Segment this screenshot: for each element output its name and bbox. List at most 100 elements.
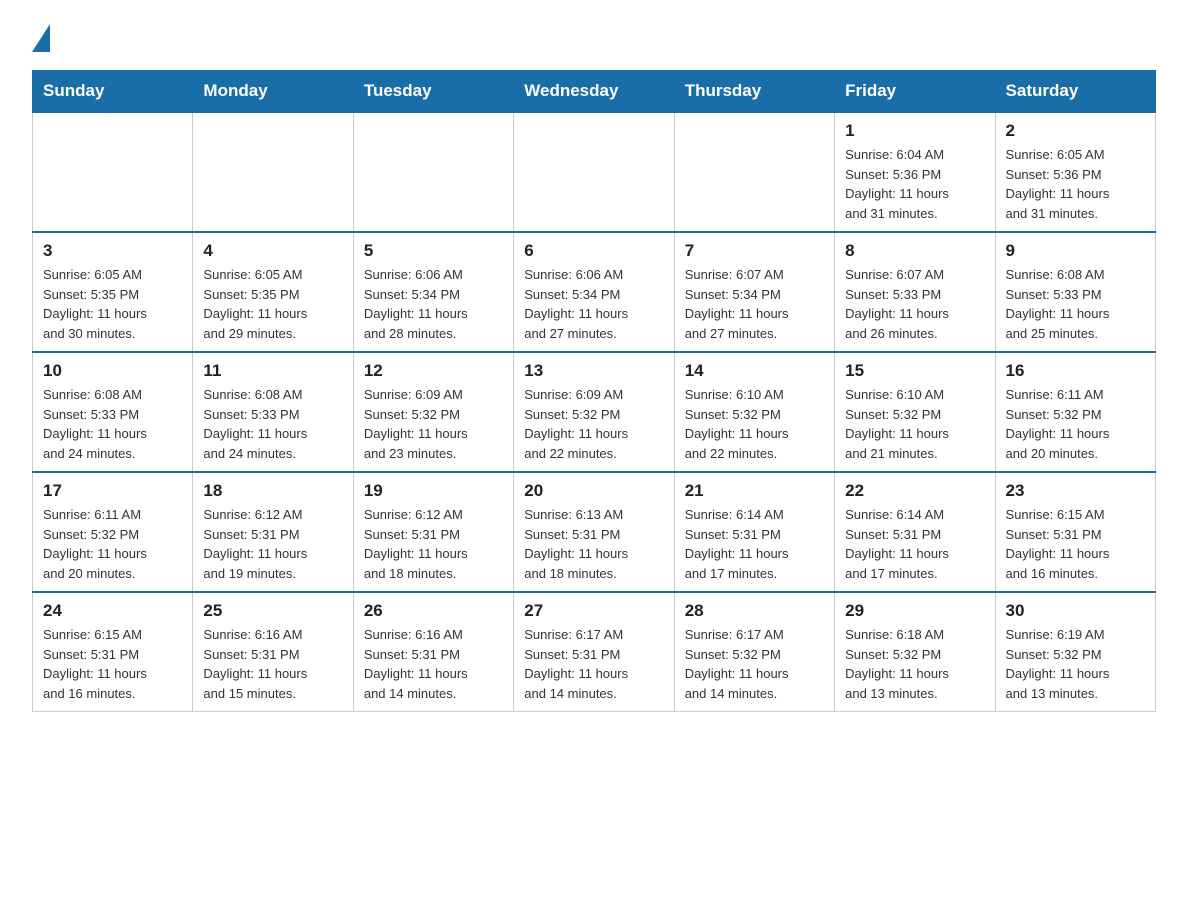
day-info: Sunrise: 6:07 AMSunset: 5:33 PMDaylight:… [845, 265, 984, 343]
day-number: 25 [203, 601, 342, 621]
day-info: Sunrise: 6:16 AMSunset: 5:31 PMDaylight:… [203, 625, 342, 703]
calendar-cell: 27 Sunrise: 6:17 AMSunset: 5:31 PMDayligh… [514, 592, 674, 712]
day-number: 11 [203, 361, 342, 381]
day-info: Sunrise: 6:08 AMSunset: 5:33 PMDaylight:… [1006, 265, 1145, 343]
calendar-week-row: 17Sunrise: 6:11 AMSunset: 5:32 PMDayligh… [33, 472, 1156, 592]
day-info: Sunrise: 6:19 AMSunset: 5:32 PMDaylight:… [1006, 625, 1145, 703]
calendar-table: SundayMondayTuesdayWednesdayThursdayFrid… [32, 70, 1156, 712]
day-number: 6 [524, 241, 663, 261]
calendar-cell: 21 Sunrise: 6:14 AMSunset: 5:31 PMDayligh… [674, 472, 834, 592]
calendar-week-row: 1 Sunrise: 6:04 AMSunset: 5:36 PMDaylight… [33, 112, 1156, 232]
day-number: 30 [1006, 601, 1145, 621]
day-info: Sunrise: 6:16 AMSunset: 5:31 PMDaylight:… [364, 625, 503, 703]
weekday-header-thursday: Thursday [674, 71, 834, 113]
calendar-cell: 22 Sunrise: 6:14 AMSunset: 5:31 PMDayligh… [835, 472, 995, 592]
day-info: Sunrise: 6:14 AMSunset: 5:31 PMDaylight:… [685, 505, 824, 583]
day-number: 22 [845, 481, 984, 501]
day-number: 15 [845, 361, 984, 381]
day-number: 7 [685, 241, 824, 261]
calendar-cell: 3Sunrise: 6:05 AMSunset: 5:35 PMDaylight… [33, 232, 193, 352]
calendar-cell: 28 Sunrise: 6:17 AMSunset: 5:32 PMDayligh… [674, 592, 834, 712]
day-number: 20 [524, 481, 663, 501]
day-number: 3 [43, 241, 182, 261]
day-info: Sunrise: 6:05 AMSunset: 5:35 PMDaylight:… [203, 265, 342, 343]
day-info: Sunrise: 6:11 AMSunset: 5:32 PMDaylight:… [1006, 385, 1145, 463]
day-number: 12 [364, 361, 503, 381]
calendar-cell: 26Sunrise: 6:16 AMSunset: 5:31 PMDayligh… [353, 592, 513, 712]
calendar-week-row: 3 Sunrise: 6:05 AMSunset: 5:35 PMDaylight… [33, 232, 1156, 352]
day-info: Sunrise: 6:17 AMSunset: 5:31 PMDaylight:… [524, 625, 663, 703]
day-number: 27 [524, 601, 663, 621]
weekday-header-wednesday: Wednesday [514, 71, 674, 113]
calendar-cell: 14 Sunrise: 6:10 AMSunset: 5:32 PMDayligh… [674, 352, 834, 472]
day-info: Sunrise: 6:05 AMSunset: 5:36 PMDaylight:… [1006, 145, 1145, 223]
page-header [32, 24, 1156, 52]
calendar-cell: 1 Sunrise: 6:04 AMSunset: 5:36 PMDaylight… [835, 112, 995, 232]
calendar-cell: 9 Sunrise: 6:08 AMSunset: 5:33 PMDaylight… [995, 232, 1155, 352]
weekday-header-friday: Friday [835, 71, 995, 113]
day-number: 19 [364, 481, 503, 501]
day-info: Sunrise: 6:09 AMSunset: 5:32 PMDaylight:… [524, 385, 663, 463]
calendar-cell: 4 Sunrise: 6:05 AMSunset: 5:35 PMDaylight… [193, 232, 353, 352]
day-number: 23 [1006, 481, 1145, 501]
day-number: 4 [203, 241, 342, 261]
day-number: 17 [43, 481, 182, 501]
weekday-header-sunday: Sunday [33, 71, 193, 113]
calendar-cell: 30 Sunrise: 6:19 AMSunset: 5:32 PMDayligh… [995, 592, 1155, 712]
calendar-cell: 7 Sunrise: 6:07 AMSunset: 5:34 PMDaylight… [674, 232, 834, 352]
day-info: Sunrise: 6:09 AMSunset: 5:32 PMDaylight:… [364, 385, 503, 463]
day-info: Sunrise: 6:15 AMSunset: 5:31 PMDaylight:… [1006, 505, 1145, 583]
calendar-cell: 17Sunrise: 6:11 AMSunset: 5:32 PMDayligh… [33, 472, 193, 592]
day-info: Sunrise: 6:14 AMSunset: 5:31 PMDaylight:… [845, 505, 984, 583]
calendar-cell: 16Sunrise: 6:11 AMSunset: 5:32 PMDayligh… [995, 352, 1155, 472]
calendar-cell [353, 112, 513, 232]
day-number: 18 [203, 481, 342, 501]
calendar-cell [33, 112, 193, 232]
calendar-cell: 29Sunrise: 6:18 AMSunset: 5:32 PMDayligh… [835, 592, 995, 712]
day-info: Sunrise: 6:10 AMSunset: 5:32 PMDaylight:… [845, 385, 984, 463]
day-info: Sunrise: 6:13 AMSunset: 5:31 PMDaylight:… [524, 505, 663, 583]
day-info: Sunrise: 6:07 AMSunset: 5:34 PMDaylight:… [685, 265, 824, 343]
day-number: 5 [364, 241, 503, 261]
calendar-week-row: 10 Sunrise: 6:08 AMSunset: 5:33 PMDayligh… [33, 352, 1156, 472]
calendar-cell: 12 Sunrise: 6:09 AMSunset: 5:32 PMDayligh… [353, 352, 513, 472]
calendar-cell: 6 Sunrise: 6:06 AMSunset: 5:34 PMDaylight… [514, 232, 674, 352]
calendar-cell: 19 Sunrise: 6:12 AMSunset: 5:31 PMDayligh… [353, 472, 513, 592]
calendar-cell: 23 Sunrise: 6:15 AMSunset: 5:31 PMDayligh… [995, 472, 1155, 592]
weekday-header-row: SundayMondayTuesdayWednesdayThursdayFrid… [33, 71, 1156, 113]
day-number: 10 [43, 361, 182, 381]
day-number: 1 [845, 121, 984, 141]
day-number: 29 [845, 601, 984, 621]
day-number: 28 [685, 601, 824, 621]
day-info: Sunrise: 6:12 AMSunset: 5:31 PMDaylight:… [364, 505, 503, 583]
day-number: 14 [685, 361, 824, 381]
calendar-header: SundayMondayTuesdayWednesdayThursdayFrid… [33, 71, 1156, 113]
day-number: 8 [845, 241, 984, 261]
day-number: 24 [43, 601, 182, 621]
weekday-header-tuesday: Tuesday [353, 71, 513, 113]
weekday-header-monday: Monday [193, 71, 353, 113]
calendar-body: 1 Sunrise: 6:04 AMSunset: 5:36 PMDaylight… [33, 112, 1156, 712]
calendar-week-row: 24 Sunrise: 6:15 AMSunset: 5:31 PMDayligh… [33, 592, 1156, 712]
calendar-cell: 10Sunrise: 6:08 AMSunset: 5:33 PMDayligh… [33, 352, 193, 472]
logo [32, 24, 50, 52]
day-number: 13 [524, 361, 663, 381]
day-info: Sunrise: 6:06 AMSunset: 5:34 PMDaylight:… [524, 265, 663, 343]
calendar-cell: 5Sunrise: 6:06 AMSunset: 5:34 PMDaylight… [353, 232, 513, 352]
day-number: 21 [685, 481, 824, 501]
calendar-cell: 8 Sunrise: 6:07 AMSunset: 5:33 PMDaylight… [835, 232, 995, 352]
calendar-cell: 20 Sunrise: 6:13 AMSunset: 5:31 PMDayligh… [514, 472, 674, 592]
calendar-cell: 2Sunrise: 6:05 AMSunset: 5:36 PMDaylight… [995, 112, 1155, 232]
day-info: Sunrise: 6:08 AMSunset: 5:33 PMDaylight:… [203, 385, 342, 463]
day-info: Sunrise: 6:04 AMSunset: 5:36 PMDaylight:… [845, 145, 984, 223]
calendar-cell: 25 Sunrise: 6:16 AMSunset: 5:31 PMDayligh… [193, 592, 353, 712]
calendar-cell: 11 Sunrise: 6:08 AMSunset: 5:33 PMDayligh… [193, 352, 353, 472]
logo-triangle-icon [32, 24, 50, 52]
day-info: Sunrise: 6:12 AMSunset: 5:31 PMDaylight:… [203, 505, 342, 583]
day-info: Sunrise: 6:17 AMSunset: 5:32 PMDaylight:… [685, 625, 824, 703]
calendar-cell: 24 Sunrise: 6:15 AMSunset: 5:31 PMDayligh… [33, 592, 193, 712]
day-info: Sunrise: 6:10 AMSunset: 5:32 PMDaylight:… [685, 385, 824, 463]
day-info: Sunrise: 6:15 AMSunset: 5:31 PMDaylight:… [43, 625, 182, 703]
calendar-cell [193, 112, 353, 232]
day-number: 9 [1006, 241, 1145, 261]
